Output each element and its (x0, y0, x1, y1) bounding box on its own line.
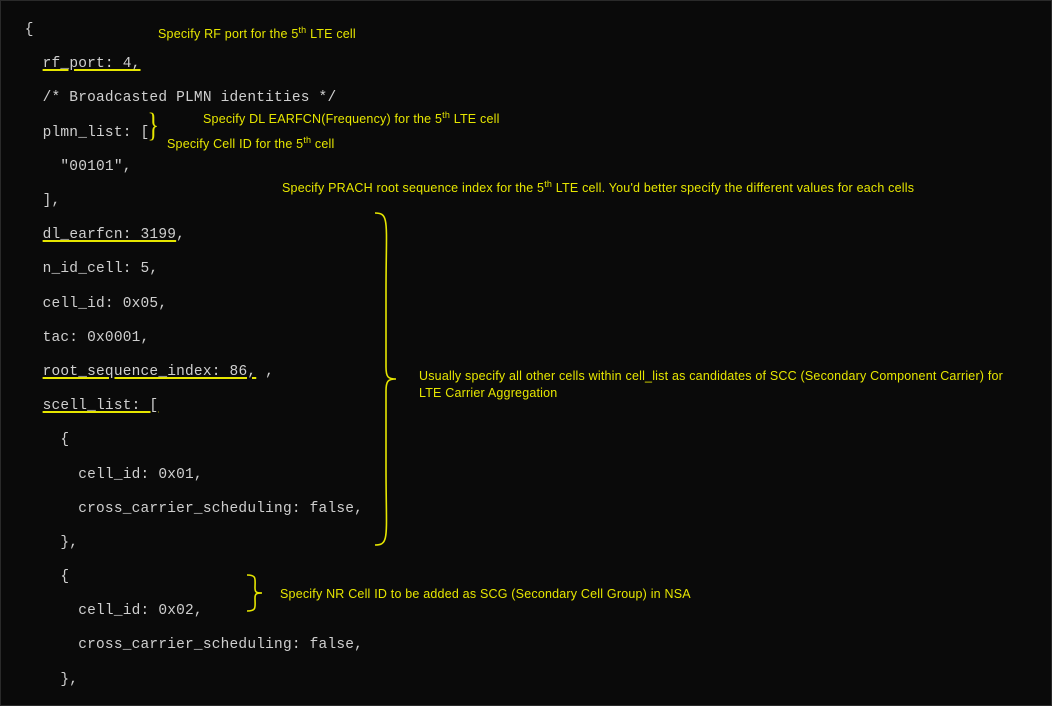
code-line: /* Broadcasted PLMN identities */ (7, 90, 363, 107)
code-line: cell_id: 0x02, (7, 603, 363, 620)
code-line: cell_id: 0x01, (7, 467, 363, 484)
ann-scg: Specify NR Cell ID to be added as SCG (S… (280, 586, 691, 603)
code-line: rf_port: 4, (7, 56, 363, 73)
brace-icon: } (147, 117, 159, 134)
code-line: { (7, 432, 363, 449)
code-line: n_id_cell: 5, (7, 261, 363, 278)
ann-cell-id: Specify Cell ID for the 5th cell (167, 132, 334, 153)
brace-icon (246, 574, 276, 614)
code-line: cross_carrier_scheduling: false, (7, 637, 363, 654)
brace-icon (374, 212, 414, 547)
hl-rf-port: rf_port: 4, (43, 56, 141, 72)
code-line: scell_list: [ (7, 398, 363, 415)
code-line: cross_carrier_scheduling: false, (7, 501, 363, 518)
code-line: cell_id: 0x05, (7, 296, 363, 313)
ann-dl-earfcn: Specify DL EARFCN(Frequency) for the 5th… (203, 107, 500, 128)
ann-prach: Specify PRACH root sequence index for th… (282, 176, 914, 197)
code-line: root_sequence_index: 86, , (7, 364, 363, 381)
code-line: tac: 0x0001, (7, 330, 363, 347)
code-line: }, (7, 672, 363, 689)
hl-dl-earfcn: dl_earfcn: 3199 (43, 227, 177, 243)
hl-scell-list: scell_list: [ (43, 398, 159, 414)
ann-scell: Usually specify all other cells within c… (419, 368, 1009, 402)
code-line: }, (7, 535, 363, 552)
code-line: "00101", (7, 159, 363, 176)
code-line: { (7, 569, 363, 586)
ann-rf-port: Specify RF port for the 5th LTE cell (158, 22, 356, 43)
code-line: dl_earfcn: 3199, (7, 227, 363, 244)
hl-root-seq: root_sequence_index: 86, (43, 364, 257, 380)
